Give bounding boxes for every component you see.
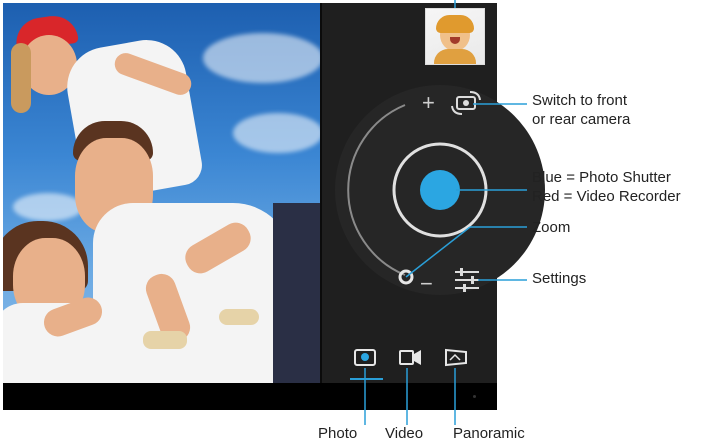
- shutter-label-line1: Blue = Photo Shutter: [532, 169, 671, 186]
- panorama-mode-icon[interactable]: [445, 348, 467, 367]
- settings-label: Settings: [532, 270, 587, 287]
- photo-label: Photo: [318, 425, 358, 442]
- last-photo-thumbnail[interactable]: [425, 8, 485, 65]
- camera-controls-layer: + −: [335, 0, 545, 425]
- video-mode-icon[interactable]: [399, 350, 421, 365]
- zoom-out-icon[interactable]: −: [420, 271, 433, 296]
- camera-guide: + − Switch to front or rear camera Blue …: [0, 0, 715, 442]
- zoom-label: Zoom: [532, 219, 571, 236]
- video-label: Video: [385, 425, 424, 442]
- panoramic-label: Panoramic: [453, 425, 525, 442]
- active-mode-indicator: [350, 378, 383, 380]
- photo-mode-icon[interactable]: [354, 349, 376, 366]
- shutter-button[interactable]: [420, 170, 460, 210]
- switch-camera-label-line1: Switch to front: [532, 92, 628, 109]
- zoom-in-icon[interactable]: +: [422, 90, 435, 115]
- switch-camera-label-line2: or rear camera: [532, 111, 631, 128]
- shutter-label-line2: Red = Video Recorder: [532, 188, 681, 205]
- settings-icon[interactable]: [455, 268, 479, 292]
